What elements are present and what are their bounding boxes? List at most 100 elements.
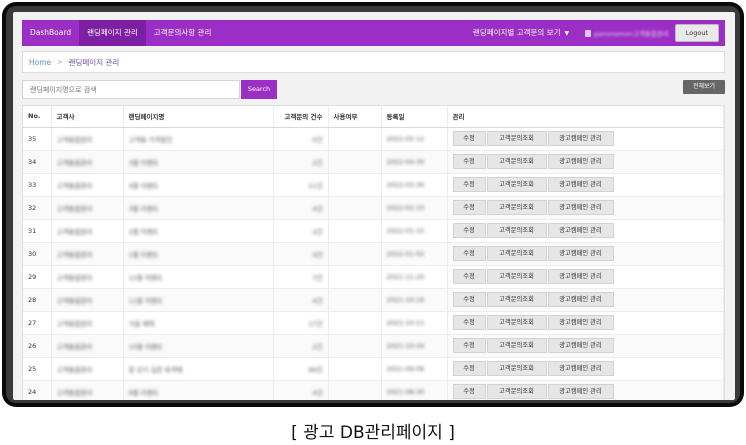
ad-campaign-button[interactable]: 광고캠페인 관리 [547, 131, 614, 146]
breadcrumb-home[interactable]: Home [29, 58, 51, 67]
ad-campaign-button[interactable]: 광고캠페인 관리 [547, 246, 614, 261]
tab-landing-page-management[interactable]: 랜딩페이지 관리 [79, 20, 146, 46]
inquiry-by-page-dropdown[interactable]: 랜딩페이지별 고객문의 보기 ▼ [463, 20, 579, 47]
cell-customer: 고객통합관리 [56, 319, 93, 328]
ad-campaign-button[interactable]: 광고캠페인 관리 [547, 223, 614, 238]
cell-no: 32 [23, 196, 52, 220]
cell-in-use [328, 311, 382, 335]
cell-actions: 수정 고객문의조회 광고캠페인 관리 [447, 196, 724, 220]
edit-button[interactable]: 수정 [452, 269, 486, 284]
cell-customer-wrap: 고객통합관리 [51, 127, 124, 151]
cell-customer-wrap: 고객통합관리 [51, 311, 124, 335]
view-inquiries-button[interactable]: 고객문의조회 [486, 223, 547, 238]
cell-page-wrap: 3월 이벤트 [123, 150, 274, 174]
edit-button[interactable]: 수정 [452, 361, 486, 376]
view-all-button[interactable]: 전체보기 [683, 80, 725, 94]
cell-reg-date: 2022-05-12 [386, 134, 425, 143]
col-header-inquiry-count: 고객문의 건수 [273, 106, 329, 128]
cell-no: 25 [23, 357, 52, 381]
cell-customer-wrap: 고객통합관리 [51, 196, 124, 220]
view-inquiries-button[interactable]: 고객문의조회 [486, 269, 547, 284]
cell-page-name: 2월 이벤트 [128, 227, 159, 236]
edit-button[interactable]: 수정 [452, 338, 486, 353]
cell-reg-date: 2021-10-04 [386, 341, 425, 350]
cell-actions: 수정 고객문의조회 광고캠페인 관리 [447, 219, 724, 243]
cell-customer: 고객통합관리 [56, 250, 93, 259]
edit-button[interactable]: 수정 [452, 246, 486, 261]
view-inquiries-button[interactable]: 고객문의조회 [486, 200, 547, 215]
search-button[interactable]: Search [241, 80, 277, 99]
cell-inquiry-count: 99건 [308, 365, 323, 374]
view-inquiries-button[interactable]: 고객문의조회 [486, 338, 547, 353]
cell-actions: 수정 고객문의조회 광고캠페인 관리 [447, 127, 724, 151]
ad-campaign-button[interactable]: 광고캠페인 관리 [547, 154, 614, 169]
edit-button[interactable]: 수정 [452, 200, 486, 215]
view-inquiries-button[interactable]: 고객문의조회 [486, 177, 547, 192]
edit-button[interactable]: 수정 [452, 177, 486, 192]
logout-button[interactable]: Logout [674, 24, 719, 42]
table-row: 28 고객통합관리 11월 이벤트 4건 2021-10-16 수정 고객문의조회 광고캠페인… [23, 288, 724, 312]
cell-actions: 수정 고객문의조회 광고캠페인 관리 [447, 288, 724, 312]
cell-date-wrap: 2021-11-20 [381, 265, 448, 289]
nav-brand[interactable]: DashBoard [22, 20, 79, 46]
landing-page-table: No. 고객사 랜딩페이지명 고객문의 건수 사용여부 등록일 관리 35 고객통… [22, 105, 725, 400]
ad-campaign-button[interactable]: 광고캠페인 관리 [547, 384, 614, 399]
cell-reg-date: 2021-08-30 [386, 387, 425, 396]
table-row: 35 고객통합관리 고객통 가격할인 0건 2022-05-12 수정 고객문의조회 광고캠페… [23, 127, 724, 151]
cell-count-wrap: 0건 [273, 127, 329, 151]
search-input[interactable] [22, 80, 240, 99]
chevron-right-icon: > [57, 58, 63, 66]
cell-actions: 수정 고객문의조회 광고캠페인 관리 [447, 242, 724, 266]
view-inquiries-button[interactable]: 고객문의조회 [486, 246, 547, 261]
table-row: 34 고객통합관리 3월 이벤트 2건 2022-04-30 수정 고객문의조회 광고캠페인 … [23, 150, 724, 174]
cell-inquiry-count: 11건 [308, 181, 323, 190]
cell-customer-wrap: 고객통합관리 [51, 219, 124, 243]
cell-no: 24 [23, 380, 52, 400]
cell-date-wrap: 2021-10-11 [381, 311, 448, 335]
cell-customer-wrap: 고객통합관리 [51, 242, 124, 266]
ad-campaign-button[interactable]: 광고캠페인 관리 [547, 338, 614, 353]
cell-customer: 고객통합관리 [56, 365, 93, 374]
cell-no: 26 [23, 334, 52, 358]
table-header-row: No. 고객사 랜딩페이지명 고객문의 건수 사용여부 등록일 관리 [23, 106, 724, 128]
edit-button[interactable]: 수정 [452, 315, 486, 330]
view-inquiries-button[interactable]: 고객문의조회 [486, 361, 547, 376]
ad-campaign-button[interactable]: 광고캠페인 관리 [547, 269, 614, 284]
view-inquiries-button[interactable]: 고객문의조회 [486, 384, 547, 399]
view-inquiries-button[interactable]: 고객문의조회 [486, 315, 547, 330]
view-inquiries-button[interactable]: 고객문의조회 [486, 131, 547, 146]
ad-campaign-button[interactable]: 광고캠페인 관리 [547, 361, 614, 376]
cell-customer-wrap: 고객통합관리 [51, 334, 124, 358]
cell-inquiry-count: 4건 [312, 250, 323, 259]
cell-page-wrap: 1월 이벤트 [123, 242, 274, 266]
cell-in-use [328, 242, 382, 266]
ad-campaign-button[interactable]: 광고캠페인 관리 [547, 292, 614, 307]
cell-page-wrap: 가을 혜택 [123, 311, 274, 335]
edit-button[interactable]: 수정 [452, 384, 486, 399]
cell-actions: 수정 고객문의조회 광고캠페인 관리 [447, 173, 724, 197]
cell-in-use [328, 219, 382, 243]
cell-page-name: 할 상기 실콘 파격혜 [128, 365, 183, 374]
edit-button[interactable]: 수정 [452, 223, 486, 238]
cell-count-wrap: 2건 [273, 150, 329, 174]
view-inquiries-button[interactable]: 고객문의조회 [486, 292, 547, 307]
cell-count-wrap: 17건 [273, 311, 329, 335]
cell-customer-wrap: 고객통합관리 [51, 380, 124, 400]
cell-reg-date: 2022-03-30 [386, 180, 425, 189]
ad-campaign-button[interactable]: 광고캠페인 관리 [547, 177, 614, 192]
edit-button[interactable]: 수정 [452, 131, 486, 146]
cell-inquiry-count: 7건 [312, 273, 323, 282]
edit-button[interactable]: 수정 [452, 292, 486, 307]
edit-button[interactable]: 수정 [452, 154, 486, 169]
cell-in-use [328, 334, 382, 358]
tab-customer-inquiry-management[interactable]: 고객문의사항 관리 [146, 20, 220, 46]
ad-campaign-button[interactable]: 광고캠페인 관리 [547, 200, 614, 215]
table-row: 26 고객통합관리 10월 이벤트 2건 2021-10-04 수정 고객문의조회 광고캠페인… [23, 334, 724, 358]
cell-page-wrap: 12월 이벤트 [123, 265, 274, 289]
view-inquiries-button[interactable]: 고객문의조회 [486, 154, 547, 169]
ad-campaign-button[interactable]: 광고캠페인 관리 [547, 315, 614, 330]
cell-in-use [328, 150, 382, 174]
cell-customer: 고객통합관리 [56, 181, 93, 190]
col-header-reg-date: 등록일 [381, 106, 448, 128]
breadcrumb: Home > 랜딩페이지 관리 [22, 51, 725, 73]
